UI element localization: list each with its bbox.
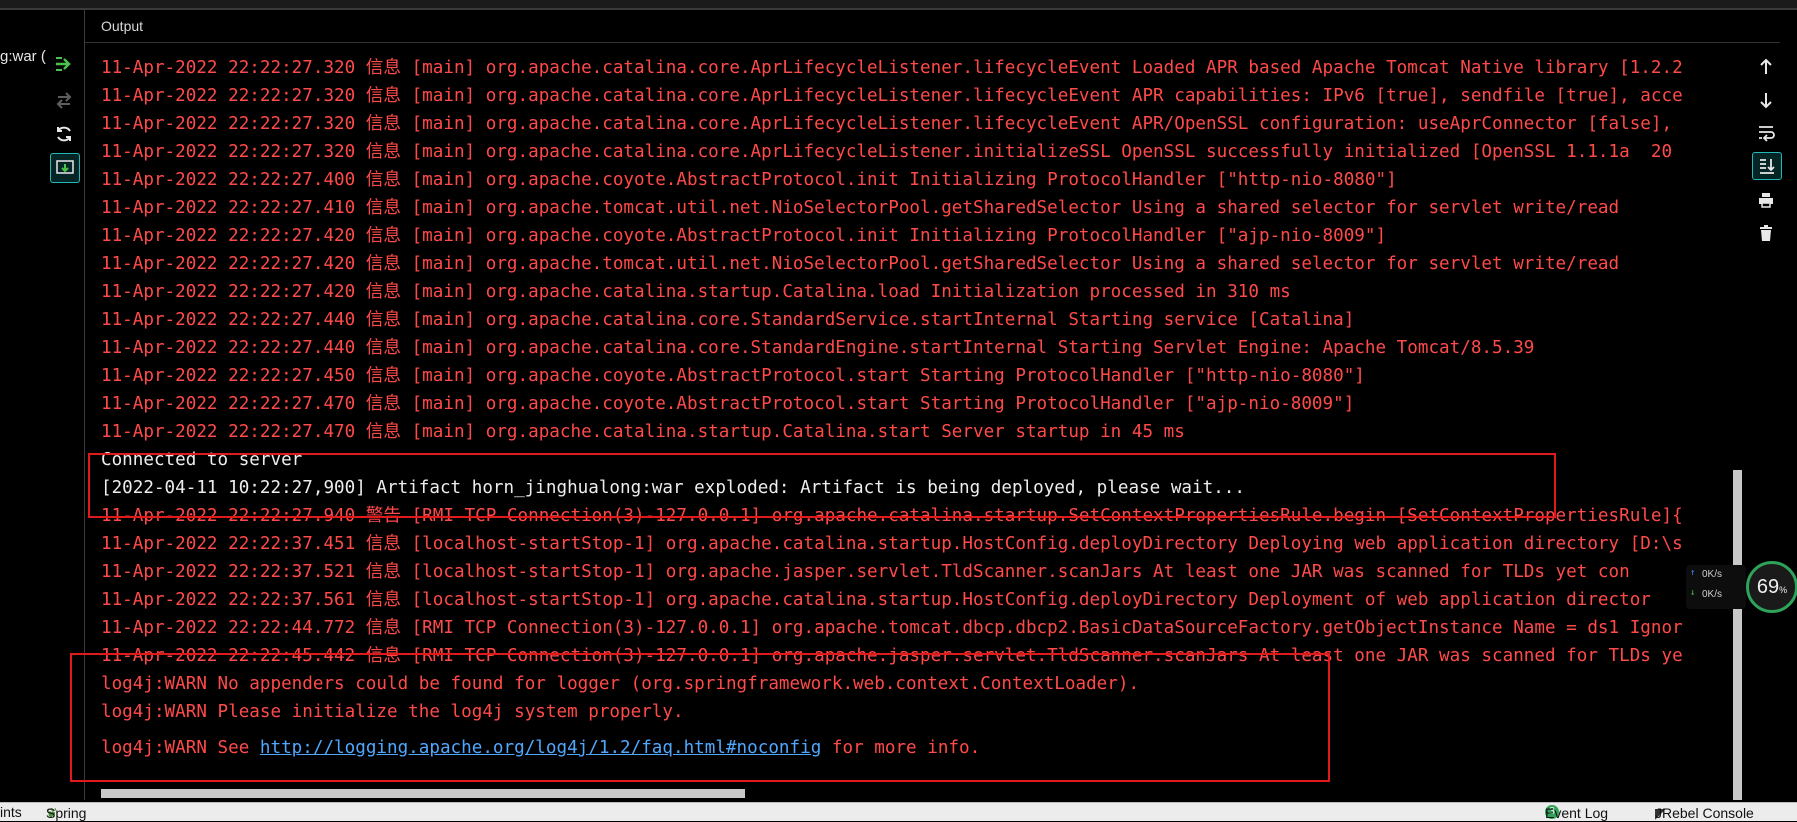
- console-line: 11-Apr-2022 22:22:44.772 信息 [RMI TCP Con…: [101, 618, 1683, 638]
- output-tab-title[interactable]: Output: [101, 18, 143, 34]
- console-line: 11-Apr-2022 22:22:27.320 信息 [main] org.a…: [101, 58, 1683, 78]
- console-line: 11-Apr-2022 22:22:27.470 信息 [main] org.a…: [101, 394, 1355, 414]
- trash-icon[interactable]: [1752, 220, 1780, 246]
- console-line: 11-Apr-2022 22:22:37.521 信息 [localhost-s…: [101, 562, 1630, 582]
- scroll-to-end-icon[interactable]: [1752, 152, 1782, 180]
- console-toolbar: [1745, 42, 1797, 302]
- network-monitor-widget: ↑ 0K/s ↓ 0K/s 69%: [1686, 561, 1797, 617]
- console-line: 11-Apr-2022 22:22:27.440 信息 [main] org.a…: [101, 310, 1355, 330]
- console-line: 11-Apr-2022 22:22:27.420 信息 [main] org.a…: [101, 282, 1291, 302]
- highlight-box-deploy: [88, 453, 1556, 518]
- status-bar: ints ❦ Spring 3 Event Log ◤ JRebel Conso…: [0, 802, 1797, 821]
- console-line: 11-Apr-2022 22:22:37.561 信息 [localhost-s…: [101, 590, 1651, 610]
- console-line: 11-Apr-2022 22:22:27.440 信息 [main] org.a…: [101, 338, 1535, 358]
- spring-label: Spring: [46, 805, 87, 821]
- update-app-icon[interactable]: [50, 86, 78, 114]
- console-line: 11-Apr-2022 22:22:37.451 信息 [localhost-s…: [101, 534, 1683, 554]
- console-line: 11-Apr-2022 22:22:27.470 信息 [main] org.a…: [101, 422, 1185, 442]
- refresh-icon[interactable]: [50, 120, 78, 148]
- download-arrow-icon: ↓: [1690, 588, 1696, 598]
- cpu-percent: 69: [1756, 575, 1780, 598]
- console-line: 11-Apr-2022 22:22:27.450 信息 [main] org.a…: [101, 366, 1365, 386]
- console-line: 11-Apr-2022 22:22:27.320 信息 [main] org.a…: [101, 142, 1673, 162]
- top-tab-strip: [0, 0, 1797, 10]
- output-panel-header: [85, 10, 1780, 43]
- upload-speed: 0K/s: [1702, 569, 1723, 580]
- upload-arrow-icon: ↑: [1690, 568, 1696, 578]
- download-speed: 0K/s: [1702, 589, 1723, 600]
- console-line: 11-Apr-2022 22:22:27.320 信息 [main] org.a…: [101, 114, 1673, 134]
- run-configuration-label[interactable]: g:war (: [0, 48, 46, 65]
- console-line: 11-Apr-2022 22:22:27.410 信息 [main] org.a…: [101, 198, 1620, 218]
- arrow-down-icon[interactable]: [1752, 87, 1780, 113]
- console-line: 11-Apr-2022 22:22:27.420 信息 [main] org.a…: [101, 254, 1620, 274]
- console-line: 11-Apr-2022 22:22:27.400 信息 [main] org.a…: [101, 170, 1397, 190]
- console-line: 11-Apr-2022 22:22:27.320 信息 [main] org.a…: [101, 86, 1683, 106]
- event-log-label: Event Log: [1545, 805, 1609, 821]
- cpu-usage-gauge[interactable]: 69%: [1746, 561, 1797, 613]
- arrow-up-icon[interactable]: [1752, 54, 1780, 80]
- console-line: 11-Apr-2022 22:22:27.420 信息 [main] org.a…: [101, 226, 1387, 246]
- status-left-label[interactable]: ints: [0, 804, 22, 820]
- jrebel-label: JRebel Console: [1655, 805, 1754, 821]
- print-icon[interactable]: [1752, 187, 1780, 213]
- soft-wrap-icon[interactable]: [1752, 120, 1780, 146]
- highlight-box-log4j: [70, 653, 1330, 782]
- horizontal-scrollbar[interactable]: [101, 789, 745, 798]
- vertical-scrollbar[interactable]: [1733, 470, 1742, 800]
- deploy-artifact-icon[interactable]: [50, 153, 80, 183]
- cpu-percent-unit: %: [1779, 585, 1788, 595]
- redeploy-icon[interactable]: [50, 50, 78, 78]
